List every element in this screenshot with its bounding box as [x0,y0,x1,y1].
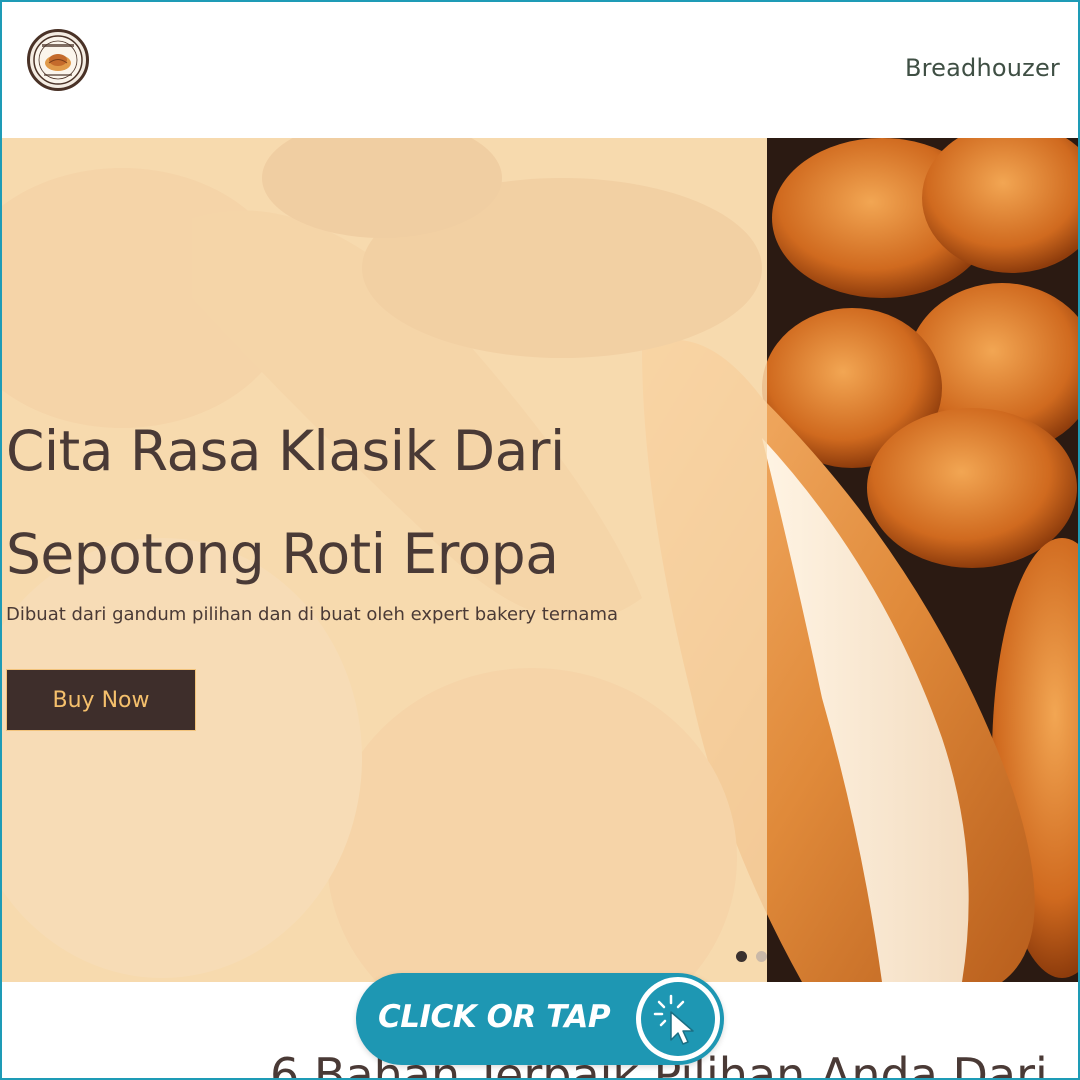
hero-title-line-1: Cita Rasa Klasik Dari [6,419,565,483]
click-or-tap-label: CLICK OR TAP [378,999,611,1035]
page-frame: Breadhouzer Cita Rasa Klasik Dari Sepoto… [0,0,1080,1080]
carousel-dot-2[interactable] [756,951,767,962]
hero-title: Cita Rasa Klasik Dari Sepotong Roti Erop… [6,400,726,606]
carousel-dot-1[interactable] [736,951,747,962]
click-or-tap-button[interactable]: CLICK OR TAP [356,973,724,1065]
hero-subtitle: Dibuat dari gandum pilihan dan di buat o… [6,604,619,625]
bakery-logo-icon[interactable] [27,29,89,91]
hero-title-line-2: Sepotong Roti Eropa [6,522,559,586]
brand-name[interactable]: Breadhouzer [905,54,1060,82]
site-header: Breadhouzer [2,2,1078,138]
carousel-indicators [736,951,767,962]
hero-banner: Cita Rasa Klasik Dari Sepotong Roti Erop… [2,138,1078,982]
cta-icon-ring [636,977,720,1061]
buy-now-button[interactable]: Buy Now [6,669,196,731]
cursor-click-icon [641,982,715,1056]
